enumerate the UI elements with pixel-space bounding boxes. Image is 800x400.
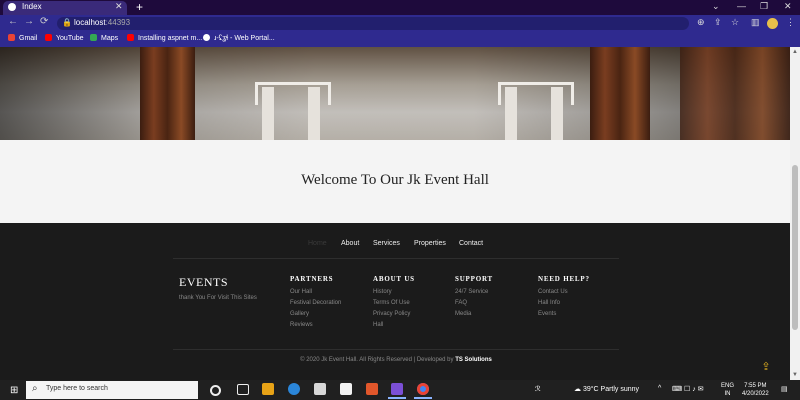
back-icon[interactable]: ← (8, 16, 18, 27)
store-icon[interactable] (314, 383, 326, 395)
bookmark-youtube[interactable]: YouTube (45, 34, 84, 42)
file-explorer-icon[interactable] (262, 383, 274, 395)
url-text: localhost:44393 (74, 18, 131, 27)
footer-link[interactable]: Media (455, 311, 471, 317)
weather-icon: ☁ (574, 386, 583, 393)
chrome-icon[interactable] (417, 383, 429, 395)
pillar (551, 87, 563, 140)
pillar (262, 87, 274, 140)
curtain-right (590, 47, 650, 140)
footer-col-heading: ABOUT US (373, 275, 415, 283)
pillar (505, 87, 517, 140)
footer-link[interactable]: Terms Of Use (373, 300, 410, 306)
visual-studio-icon[interactable] (391, 383, 403, 395)
footer-tagline: thank You For Visit This Sites (179, 295, 257, 301)
footer-link[interactable]: Hall (373, 322, 383, 328)
footer-brand: EVENTS (179, 275, 228, 289)
copyright-text: © 2020 Jk Event Hall. All Rights Reserve… (300, 357, 492, 363)
footer-link[interactable]: Hall Info (538, 300, 560, 306)
tab-search-icon[interactable]: ⌄ (712, 1, 720, 12)
notification-icon[interactable]: ▤ (781, 385, 788, 393)
footer-nav-about[interactable]: About (341, 240, 359, 247)
task-view-icon[interactable] (237, 384, 249, 395)
footer-col-heading: PARTNERS (290, 275, 334, 283)
maps-icon (90, 34, 97, 41)
youtube-icon (45, 34, 52, 41)
footer-link[interactable]: Events (538, 311, 556, 317)
active-app-indicator (414, 397, 432, 399)
scroll-thumb[interactable] (792, 165, 798, 330)
footer-link[interactable]: FAQ (455, 300, 467, 306)
taskbar-search-placeholder[interactable]: Type here to search (46, 385, 108, 392)
footer-link[interactable]: Reviews (290, 322, 313, 328)
mail-icon[interactable] (340, 383, 352, 395)
back-to-top-icon[interactable]: ⇪ (760, 361, 772, 373)
footer-divider (173, 258, 619, 259)
bookmark-gmail[interactable]: Gmail (8, 34, 37, 42)
forward-icon[interactable]: → (24, 16, 34, 27)
new-tab-icon[interactable]: + (136, 0, 143, 14)
footer-link[interactable]: 24/7 Service (455, 289, 488, 295)
footer-divider (173, 349, 619, 350)
tray-icons[interactable]: ⌨ ☐ ♪ ✉ (672, 385, 704, 393)
tray-chevron-icon[interactable]: ^ (658, 385, 661, 392)
curtain-far-right (680, 47, 790, 140)
footer-link[interactable]: History (373, 289, 392, 295)
scroll-up-icon[interactable]: ▲ (792, 49, 798, 55)
active-app-indicator (388, 397, 406, 399)
restore-icon[interactable]: ❐ (760, 1, 768, 12)
people-icon[interactable]: ℛ (535, 385, 541, 393)
sidebar-icon[interactable]: ▥ (751, 17, 760, 28)
youtube-icon (127, 34, 134, 41)
menu-kebab-icon[interactable]: ⋮ (786, 17, 795, 28)
footer-nav-contact[interactable]: Contact (459, 240, 483, 247)
lock-icon[interactable]: 🔒 (62, 18, 72, 27)
url-input[interactable] (57, 17, 689, 30)
footer-nav-home[interactable]: Home (308, 240, 327, 247)
footer-link[interactable]: Contact Us (538, 289, 568, 295)
tab-favicon-icon (8, 3, 16, 11)
footer-link[interactable]: Festival Decoration (290, 300, 341, 306)
minimize-icon[interactable]: — (737, 1, 746, 11)
footer-nav-properties[interactable]: Properties (414, 240, 446, 247)
bookmarks-bar (0, 32, 800, 47)
system-clock[interactable]: 7:55 PM 4/20/2022 (742, 382, 769, 398)
bookmark-web-portal[interactable]: ɹ-ʢʓɬ - Web Portal... (203, 34, 275, 42)
scroll-down-icon[interactable]: ▼ (792, 372, 798, 378)
bookmark-maps[interactable]: Maps (90, 34, 118, 42)
bookmark-star-icon[interactable]: ☆ (731, 17, 739, 28)
language-indicator[interactable]: ENG IN (721, 382, 734, 398)
curtain-left (140, 47, 195, 140)
reload-icon[interactable]: ⟳ (40, 16, 48, 27)
cortana-icon[interactable] (210, 385, 221, 396)
footer-col-heading: SUPPORT (455, 275, 494, 283)
close-window-icon[interactable]: ✕ (784, 1, 792, 12)
windows-start-icon[interactable]: ⊞ (10, 385, 18, 396)
footer-link[interactable]: Our Hall (290, 289, 312, 295)
bookmark-aspnet[interactable]: Installing aspnet m... (127, 34, 202, 42)
portal-icon (203, 34, 210, 41)
footer-nav-services[interactable]: Services (373, 240, 400, 247)
footer-col-heading: NEED HELP? (538, 275, 590, 283)
zoom-icon[interactable]: ⊕ (697, 17, 705, 28)
welcome-heading: Welcome To Our Jk Event Hall (301, 172, 489, 188)
gmail-icon (8, 34, 15, 41)
edge-icon[interactable] (288, 383, 300, 395)
tab-title: Index (22, 2, 42, 11)
tab-close-icon[interactable]: ✕ (115, 1, 123, 12)
share-icon[interactable]: ⇪ (714, 17, 722, 28)
footer-link[interactable]: Gallery (290, 311, 309, 317)
hero-banner-image (0, 47, 790, 140)
footer-link[interactable]: Privacy Policy (373, 311, 410, 317)
developer-link[interactable]: TS Solutions (455, 357, 492, 363)
search-icon: ⌕ (32, 383, 38, 394)
weather-widget[interactable]: ☁ 39°C Partly sunny (574, 385, 639, 393)
office-icon[interactable] (366, 383, 378, 395)
profile-avatar[interactable] (767, 18, 778, 29)
pillar (308, 87, 320, 140)
